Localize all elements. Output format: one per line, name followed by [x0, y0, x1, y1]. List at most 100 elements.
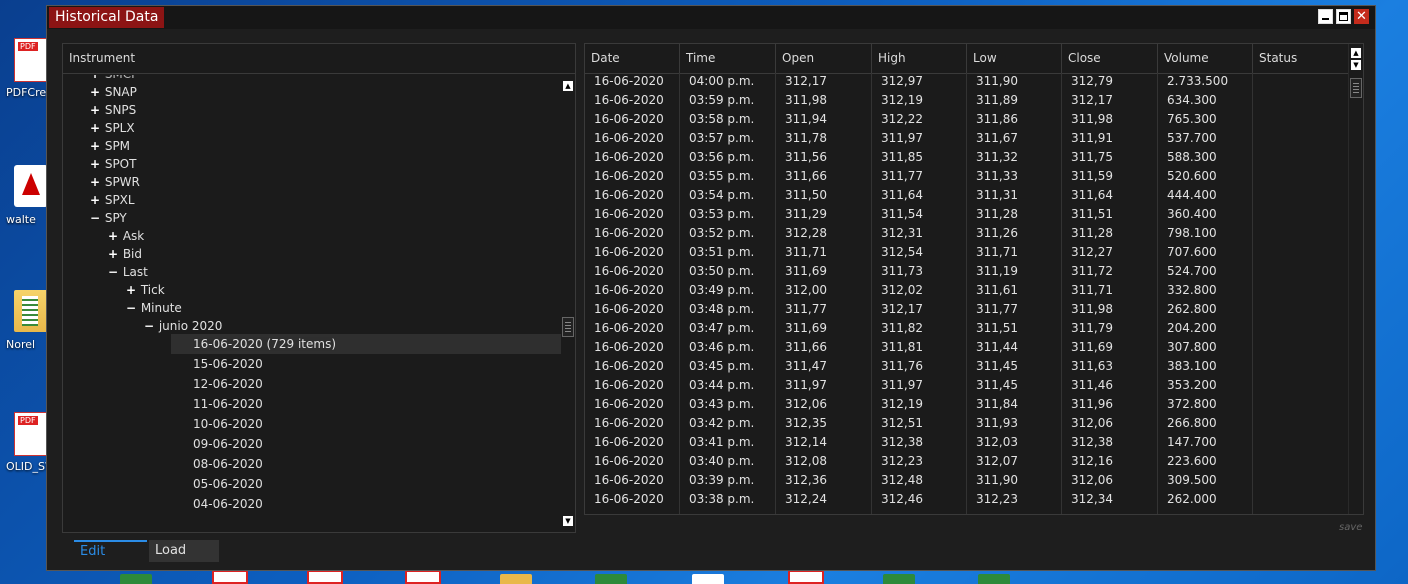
- maximize-button[interactable]: [1336, 9, 1351, 24]
- tree-item[interactable]: + Bid: [107, 245, 561, 263]
- expand-icon[interactable]: +: [89, 173, 101, 191]
- tree-item[interactable]: 15-06-2020: [193, 355, 561, 373]
- table-row[interactable]: 16-06-2020 03:52 p.m. 312,28 312,31 311,26 31…: [585, 224, 1349, 243]
- tree-item[interactable]: − junio 2020: [143, 317, 561, 335]
- tree-item[interactable]: + SNPS: [89, 101, 561, 119]
- column-header-close[interactable]: Close: [1062, 44, 1158, 73]
- taskbar-icons: [110, 570, 1050, 584]
- column-header-status[interactable]: Status: [1253, 44, 1349, 73]
- table-row[interactable]: 16-06-2020 03:55 p.m. 311,66 311,77 311,33 31…: [585, 167, 1349, 186]
- excel-icon[interactable]: [595, 574, 627, 584]
- minimize-button[interactable]: [1318, 9, 1333, 24]
- table-row[interactable]: 16-06-2020 03:41 p.m. 312,14 312,38 312,03 31…: [585, 433, 1349, 452]
- collapse-icon[interactable]: −: [125, 299, 137, 317]
- tree-item[interactable]: + SPM: [89, 137, 561, 155]
- pdf-icon[interactable]: [788, 570, 824, 584]
- expand-icon[interactable]: +: [107, 245, 119, 263]
- scroll-thumb[interactable]: [562, 317, 574, 337]
- expand-icon[interactable]: +: [89, 137, 101, 155]
- excel-icon[interactable]: [978, 574, 1010, 584]
- collapse-icon[interactable]: −: [143, 317, 155, 335]
- column-header-high[interactable]: High: [872, 44, 967, 73]
- table-row[interactable]: 16-06-2020 03:58 p.m. 311,94 312,22 311,86 31…: [585, 110, 1349, 129]
- scroll-up-arrow-icon[interactable]: ▲: [1351, 48, 1361, 58]
- grid-header: Date Time Open High Low Close Volume Status: [585, 44, 1349, 74]
- pdf-icon[interactable]: [405, 570, 441, 584]
- column-header-volume[interactable]: Volume: [1158, 44, 1253, 73]
- tree-item[interactable]: + SPWR: [89, 173, 561, 191]
- table-row[interactable]: 16-06-2020 03:50 p.m. 311,69 311,73 311,19 31…: [585, 262, 1349, 281]
- table-row[interactable]: 16-06-2020 03:54 p.m. 311,50 311,64 311,31 31…: [585, 186, 1349, 205]
- column-header-time[interactable]: Time: [680, 44, 776, 73]
- tree-item[interactable]: 05-06-2020: [193, 475, 561, 493]
- tree-item[interactable]: 08-06-2020: [193, 455, 561, 473]
- expand-icon[interactable]: +: [125, 281, 137, 299]
- tree-item-label: Ask: [122, 229, 145, 243]
- excel-icon[interactable]: [883, 574, 915, 584]
- tree-item[interactable]: + Ask: [107, 227, 561, 245]
- cell-date: 16-06-2020: [594, 454, 664, 468]
- tree-item[interactable]: 04-06-2020: [193, 495, 561, 513]
- folder-icon[interactable]: [500, 574, 532, 584]
- expand-icon[interactable]: +: [89, 155, 101, 173]
- tree-item[interactable]: + Tick: [125, 281, 561, 299]
- tree-item[interactable]: 09-06-2020: [193, 435, 561, 453]
- table-row[interactable]: 16-06-2020 03:56 p.m. 311,56 311,85 311,32 31…: [585, 148, 1349, 167]
- cell-open: 311,77: [785, 302, 827, 316]
- scroll-down-arrow-icon[interactable]: ▼: [1351, 60, 1361, 70]
- pdf-icon[interactable]: [307, 570, 343, 584]
- tree-item[interactable]: + SPLX: [89, 119, 561, 137]
- excel-icon[interactable]: [120, 574, 152, 584]
- pdf-icon[interactable]: [212, 570, 248, 584]
- table-row[interactable]: 16-06-2020 03:43 p.m. 312,06 312,19 311,84 31…: [585, 395, 1349, 414]
- close-button[interactable]: ✕: [1354, 9, 1369, 24]
- column-header-low[interactable]: Low: [967, 44, 1062, 73]
- table-row[interactable]: 16-06-2020 03:53 p.m. 311,29 311,54 311,28 31…: [585, 205, 1349, 224]
- expand-icon[interactable]: +: [89, 119, 101, 137]
- table-row[interactable]: 16-06-2020 03:51 p.m. 311,71 312,54 311,71 31…: [585, 243, 1349, 262]
- tree-item[interactable]: − Last: [107, 263, 561, 281]
- grid-scrollbar[interactable]: ▲ ▼: [1348, 44, 1363, 514]
- table-row[interactable]: 16-06-2020 03:59 p.m. 311,98 312,19 311,89 31…: [585, 91, 1349, 110]
- table-row[interactable]: 16-06-2020 03:39 p.m. 312,36 312,48 311,90 31…: [585, 471, 1349, 490]
- table-row[interactable]: 16-06-2020 03:46 p.m. 311,66 311,81 311,44 31…: [585, 338, 1349, 357]
- table-row[interactable]: 16-06-2020 04:00 p.m. 312,17 312,97 311,90 31…: [585, 72, 1349, 91]
- cell-status: [1253, 414, 1349, 433]
- scroll-up-arrow-icon[interactable]: ▲: [563, 81, 573, 91]
- column-header-open[interactable]: Open: [776, 44, 872, 73]
- tree-item[interactable]: 11-06-2020: [193, 395, 561, 413]
- collapse-icon[interactable]: −: [89, 209, 101, 227]
- table-row[interactable]: 16-06-2020 03:42 p.m. 312,35 312,51 311,93 31…: [585, 414, 1349, 433]
- table-row[interactable]: 16-06-2020 03:40 p.m. 312,08 312,23 312,07 31…: [585, 452, 1349, 471]
- table-row[interactable]: 16-06-2020 03:48 p.m. 311,77 312,17 311,77 31…: [585, 300, 1349, 319]
- file-icon[interactable]: [692, 574, 724, 584]
- tab-load[interactable]: Load: [149, 540, 219, 562]
- expand-icon[interactable]: +: [89, 101, 101, 119]
- tree-item[interactable]: + SNAP: [89, 83, 561, 101]
- tree-item-label: 09-06-2020: [193, 437, 263, 451]
- expand-icon[interactable]: +: [89, 191, 101, 209]
- tree-item[interactable]: − Minute: [125, 299, 561, 317]
- table-row[interactable]: 16-06-2020 03:47 p.m. 311,69 311,82 311,51 31…: [585, 319, 1349, 338]
- tree-item[interactable]: 16-06-2020 (729 items): [193, 335, 561, 353]
- column-header-date[interactable]: Date: [585, 44, 680, 73]
- tree-item[interactable]: 12-06-2020: [193, 375, 561, 393]
- table-row[interactable]: 16-06-2020 03:49 p.m. 312,00 312,02 311,61 31…: [585, 281, 1349, 300]
- tree-item[interactable]: 10-06-2020: [193, 415, 561, 433]
- tree-scrollbar[interactable]: ▲ ▼: [561, 75, 575, 532]
- table-row[interactable]: 16-06-2020 03:57 p.m. 311,78 311,97 311,67 31…: [585, 129, 1349, 148]
- scroll-down-arrow-icon[interactable]: ▼: [563, 516, 573, 526]
- tree-item[interactable]: + SPOT: [89, 155, 561, 173]
- save-link[interactable]: save: [1339, 522, 1362, 533]
- tree-item[interactable]: − SPY: [89, 209, 561, 227]
- table-row[interactable]: 16-06-2020 03:44 p.m. 311,97 311,97 311,45 31…: [585, 376, 1349, 395]
- title-bar[interactable]: Historical Data ✕: [47, 6, 1375, 29]
- tree-item[interactable]: + SPXL: [89, 191, 561, 209]
- expand-icon[interactable]: +: [107, 227, 119, 245]
- table-row[interactable]: 16-06-2020 03:38 p.m. 312,24 312,46 312,23 31…: [585, 490, 1349, 509]
- table-row[interactable]: 16-06-2020 03:45 p.m. 311,47 311,76 311,45 31…: [585, 357, 1349, 376]
- collapse-icon[interactable]: −: [107, 263, 119, 281]
- scroll-thumb[interactable]: [1350, 78, 1362, 98]
- expand-icon[interactable]: +: [89, 83, 101, 101]
- tab-edit[interactable]: Edit: [74, 540, 147, 562]
